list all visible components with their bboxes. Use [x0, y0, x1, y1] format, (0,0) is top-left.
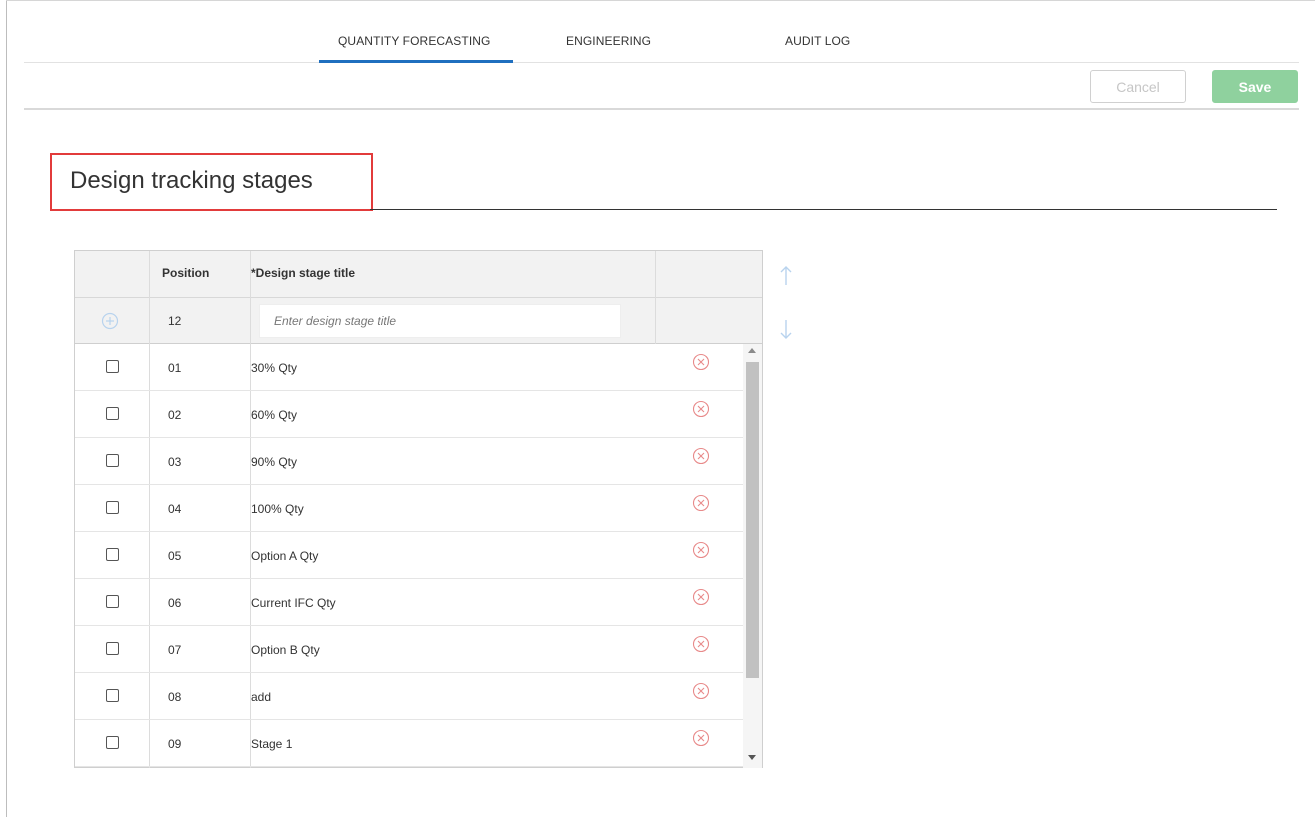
add-stage-icon[interactable]: [101, 312, 119, 335]
row-stage-title[interactable]: 100% Qty: [251, 502, 304, 516]
row-stage-title[interactable]: 30% Qty: [251, 361, 297, 375]
delete-row-icon[interactable]: [692, 729, 710, 752]
table-row: 02 60% Qty: [75, 391, 743, 438]
column-header-title: *Design stage title: [251, 266, 356, 280]
new-stage-row: 12: [75, 298, 762, 344]
table-row: 01 30% Qty: [75, 344, 743, 391]
page-title: Design tracking stages: [70, 167, 313, 194]
row-stage-title[interactable]: Option B Qty: [251, 643, 320, 657]
design-stages-table: Position *Design stage title 12 01 30% Qt…: [74, 250, 763, 768]
delete-row-icon[interactable]: [692, 541, 710, 564]
row-position: 02: [168, 408, 182, 422]
row-checkbox[interactable]: [106, 360, 119, 373]
toolbar-divider: [24, 108, 1299, 110]
move-up-arrow-icon[interactable]: [778, 264, 794, 293]
row-stage-title[interactable]: 60% Qty: [251, 408, 297, 422]
row-stage-title[interactable]: Stage 1: [251, 737, 292, 751]
row-position: 03: [168, 455, 182, 469]
row-checkbox[interactable]: [106, 736, 119, 749]
delete-row-icon[interactable]: [692, 400, 710, 423]
table-scrollbar[interactable]: [743, 344, 762, 768]
column-divider: [655, 251, 656, 344]
table-row: 08 add: [75, 673, 743, 720]
row-stage-title[interactable]: Option A Qty: [251, 549, 318, 563]
table-row: 05 Option A Qty: [75, 532, 743, 579]
row-stage-title[interactable]: 90% Qty: [251, 455, 297, 469]
scroll-up-arrow-icon[interactable]: [748, 348, 756, 353]
table-header: Position *Design stage title: [75, 251, 762, 298]
delete-row-icon[interactable]: [692, 588, 710, 611]
heading-underline: [370, 209, 1277, 210]
tab-audit-log[interactable]: AUDIT LOG: [785, 34, 850, 48]
row-checkbox[interactable]: [106, 642, 119, 655]
delete-row-icon[interactable]: [692, 682, 710, 705]
tab-engineering[interactable]: ENGINEERING: [566, 34, 651, 48]
scroll-down-arrow-icon[interactable]: [748, 755, 756, 760]
row-position: 05: [168, 549, 182, 563]
design-stage-title-input[interactable]: [259, 304, 621, 338]
table-row: 07 Option B Qty: [75, 626, 743, 673]
row-position: 07: [168, 643, 182, 657]
row-position: 04: [168, 502, 182, 516]
column-header-position: Position: [162, 266, 210, 280]
tab-quantity-forecasting[interactable]: QUANTITY FORECASTING: [338, 34, 490, 48]
table-row: 04 100% Qty: [75, 485, 743, 532]
table-rows: 01 30% Qty 02 60% Qty 03 90% Qty 04 100% Qty 05 O…: [75, 344, 743, 767]
save-button[interactable]: Save: [1212, 70, 1298, 103]
row-checkbox[interactable]: [106, 548, 119, 561]
scrollbar-thumb[interactable]: [746, 362, 759, 678]
delete-row-icon[interactable]: [692, 447, 710, 470]
active-tab-indicator: [319, 60, 513, 63]
row-position: 06: [168, 596, 182, 610]
row-stage-title[interactable]: Current IFC Qty: [251, 596, 336, 610]
row-stage-title[interactable]: add: [251, 690, 271, 704]
move-down-arrow-icon[interactable]: [778, 317, 794, 346]
row-checkbox[interactable]: [106, 454, 119, 467]
table-row: 06 Current IFC Qty: [75, 579, 743, 626]
row-checkbox[interactable]: [106, 595, 119, 608]
new-stage-position: 12: [168, 314, 182, 328]
row-checkbox[interactable]: [106, 689, 119, 702]
row-position: 01: [168, 361, 182, 375]
row-position: 08: [168, 690, 182, 704]
delete-row-icon[interactable]: [692, 635, 710, 658]
cancel-button[interactable]: Cancel: [1090, 70, 1186, 103]
window-left-border: [6, 0, 7, 817]
row-checkbox[interactable]: [106, 407, 119, 420]
row-checkbox[interactable]: [106, 501, 119, 514]
table-body: 01 30% Qty 02 60% Qty 03 90% Qty 04 100% Qty 05 O…: [75, 344, 743, 768]
table-row: 09 Stage 1: [75, 720, 743, 767]
delete-row-icon[interactable]: [692, 494, 710, 517]
table-row: 03 90% Qty: [75, 438, 743, 485]
delete-row-icon[interactable]: [692, 353, 710, 376]
tab-bar: QUANTITY FORECASTING ENGINEERING AUDIT L…: [24, 0, 1299, 63]
row-position: 09: [168, 737, 182, 751]
